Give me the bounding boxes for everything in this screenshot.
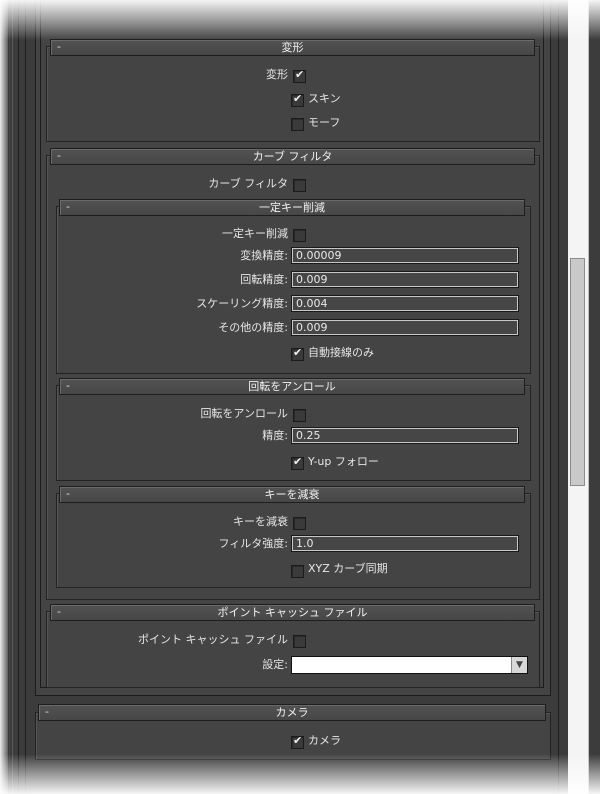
- frame-line: [12, 0, 13, 794]
- frame-line: [8, 0, 9, 794]
- chevron-down-icon[interactable]: ▼: [511, 657, 527, 673]
- frame-line: [18, 0, 19, 794]
- camera-checkbox[interactable]: ✔: [291, 734, 304, 749]
- vignette-bottom: [0, 754, 600, 794]
- check-icon: ✔: [293, 92, 303, 105]
- filter-strength-label: フィルタ強度:: [218, 537, 289, 550]
- field-value: 0.25: [296, 429, 321, 442]
- deform-rollout-header[interactable]: - 変形: [50, 39, 535, 56]
- curve-filter-title: カーブ フィルタ: [252, 150, 333, 163]
- other-precision-field[interactable]: 0.009: [291, 319, 519, 336]
- unroll-precision-field[interactable]: 0.25: [291, 427, 519, 444]
- translation-precision-label: 変換精度:: [240, 249, 288, 262]
- xyz-sync-label: XYZ カーブ同期: [308, 562, 388, 575]
- unroll-rollout-header[interactable]: - 回転をアンロール: [59, 378, 525, 395]
- morph-checkbox[interactable]: [291, 118, 304, 131]
- deform-title: 変形: [281, 41, 304, 54]
- camera-rollout-header[interactable]: - カメラ: [38, 704, 546, 721]
- deform-label: 変形: [266, 68, 288, 81]
- check-icon: ✔: [293, 455, 303, 468]
- field-value: 0.00009: [296, 249, 342, 262]
- unroll-precision-label: 精度:: [262, 429, 288, 442]
- curve-filter-rollout-header[interactable]: - カーブ フィルタ: [50, 148, 535, 165]
- field-value: 0.009: [296, 321, 328, 334]
- scaling-precision-label: スケーリング精度:: [196, 297, 288, 310]
- key-reducer-checkbox[interactable]: [293, 517, 306, 530]
- deform-checkbox[interactable]: ✔: [293, 68, 306, 83]
- unroll-checkbox[interactable]: [293, 409, 306, 422]
- key-reducer-title: キーを減衰: [264, 488, 320, 501]
- skin-label: スキン: [308, 92, 341, 105]
- frame-line: [25, 0, 26, 794]
- curve-filter-label: カーブ フィルタ: [208, 177, 288, 190]
- auto-tangent-checkbox[interactable]: ✔: [291, 346, 304, 361]
- camera-title: カメラ: [275, 706, 309, 719]
- scaling-precision-field[interactable]: 0.004: [291, 295, 519, 312]
- settings-dropdown[interactable]: ▼: [291, 656, 528, 674]
- field-value: 0.009: [296, 273, 328, 286]
- auto-tangent-label: 自動接線のみ: [308, 346, 374, 359]
- field-value: 1.0: [296, 537, 314, 550]
- frame-line: [588, 0, 589, 794]
- yup-follow-label: Y-up フォロー: [308, 455, 379, 468]
- skin-checkbox[interactable]: ✔: [291, 92, 304, 107]
- frame-line: [558, 0, 559, 794]
- unroll-label: 回転をアンロール: [200, 407, 288, 420]
- curve-filter-checkbox[interactable]: [293, 179, 306, 192]
- rotation-precision-field[interactable]: 0.009: [291, 271, 519, 288]
- point-cache-title: ポイント キャッシュ ファイル: [217, 606, 368, 619]
- check-icon: ✔: [293, 346, 303, 359]
- morph-label: モーフ: [308, 116, 341, 129]
- key-reducer-label: キーを減衰: [233, 515, 288, 528]
- translation-precision-field[interactable]: 0.00009: [291, 247, 519, 264]
- constant-key-title: 一定キー削減: [259, 201, 325, 214]
- other-precision-label: その他の精度:: [218, 321, 288, 334]
- filter-strength-field[interactable]: 1.0: [291, 535, 519, 552]
- yup-follow-checkbox[interactable]: ✔: [291, 455, 304, 470]
- check-icon: ✔: [293, 734, 303, 747]
- settings-label: 設定:: [262, 658, 288, 671]
- check-icon: ✔: [295, 68, 305, 81]
- rotation-precision-label: 回転精度:: [240, 273, 288, 286]
- constant-key-label: 一定キー削減: [222, 227, 288, 240]
- field-value: 0.004: [296, 297, 328, 310]
- point-cache-rollout-header[interactable]: - ポイント キャッシュ ファイル: [50, 604, 535, 621]
- point-cache-group: [46, 611, 540, 688]
- unroll-title: 回転をアンロール: [248, 380, 336, 393]
- xyz-sync-checkbox[interactable]: [291, 565, 304, 578]
- constant-key-rollout-header[interactable]: - 一定キー削減: [59, 199, 525, 216]
- constant-key-checkbox[interactable]: [293, 229, 306, 242]
- scrollbar-thumb[interactable]: [570, 258, 585, 486]
- camera-label: カメラ: [308, 734, 341, 747]
- point-cache-label: ポイント キャッシュ ファイル: [138, 633, 288, 646]
- point-cache-checkbox[interactable]: [293, 635, 306, 648]
- key-reducer-rollout-header[interactable]: - キーを減衰: [59, 486, 525, 503]
